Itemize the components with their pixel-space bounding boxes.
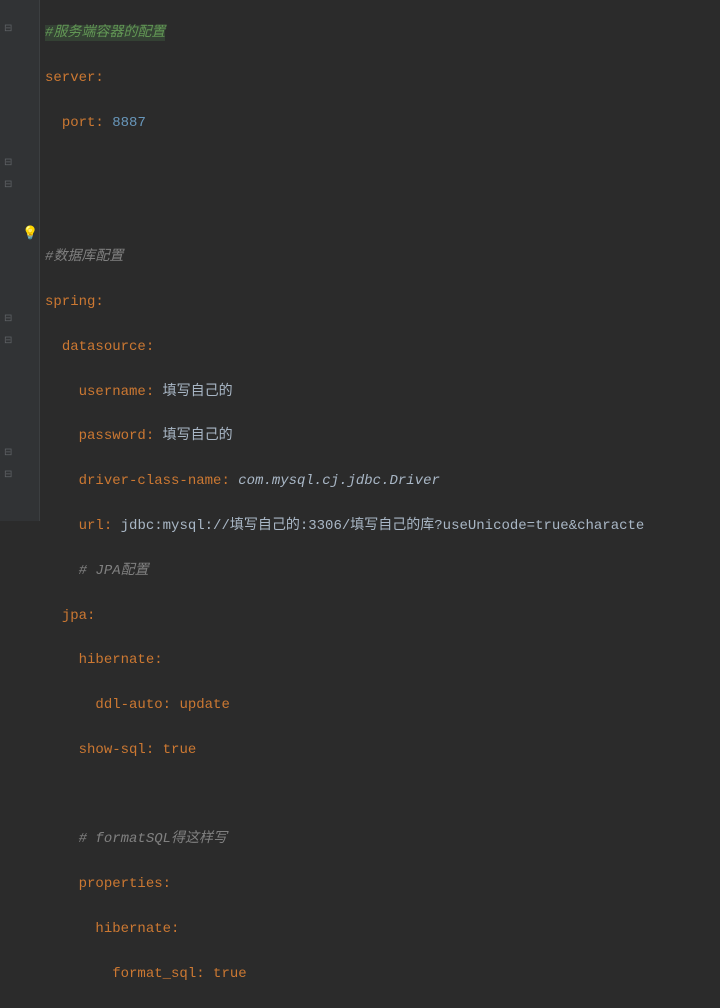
yaml-value: jdbc:mysql://填写自己的:3306/填写自己的库?useUnicod…	[121, 518, 645, 534]
yaml-key: properties	[79, 876, 163, 892]
yaml-key: password	[79, 428, 146, 444]
colon: :	[171, 921, 179, 937]
code-line: # JPA配置	[45, 560, 720, 582]
colon: :	[95, 294, 103, 310]
colon: :	[95, 115, 103, 131]
comment-text: # JPA配置	[79, 563, 149, 579]
code-line: #数据库配置	[45, 246, 720, 268]
code-editor-content[interactable]: #服务端容器的配置 server: port: 8887 #数据库配置 spri…	[0, 0, 720, 1008]
yaml-value: update	[179, 697, 229, 713]
colon: :	[221, 473, 229, 489]
yaml-key: jpa	[62, 608, 87, 624]
code-line	[45, 157, 720, 179]
code-line: url: jdbc:mysql://填写自己的:3306/填写自己的库?useU…	[45, 515, 720, 537]
code-line: properties:	[45, 873, 720, 895]
code-line: format_sql: true	[45, 963, 720, 985]
comment-text: #服务端容器的配置	[45, 25, 165, 41]
colon: :	[146, 339, 154, 355]
yaml-key: url	[79, 518, 104, 534]
fold-marker[interactable]: ⊟	[4, 156, 12, 172]
colon: :	[163, 876, 171, 892]
code-line: show-sql: true	[45, 739, 720, 761]
fold-marker[interactable]: ⊟	[4, 22, 12, 38]
code-line: username: 填写自己的	[45, 381, 720, 403]
fold-marker[interactable]: ⊟	[4, 468, 12, 484]
fold-marker[interactable]: ⊟	[4, 178, 12, 194]
code-line: jpa:	[45, 605, 720, 627]
code-line: hibernate:	[45, 649, 720, 671]
yaml-key: hibernate	[95, 921, 171, 937]
code-line: driver-class-name: com.mysql.cj.jdbc.Dri…	[45, 470, 720, 492]
yaml-value: true	[213, 966, 247, 982]
comment-text: #数据库配置	[45, 249, 123, 265]
colon: :	[196, 966, 204, 982]
comment-text: # formatSQL得这样写	[79, 831, 227, 847]
yaml-value: com.mysql.cj.jdbc.Driver	[238, 473, 440, 489]
colon: :	[146, 742, 154, 758]
fold-marker[interactable]: ⊟	[4, 334, 12, 350]
yaml-value: 填写自己的	[163, 428, 233, 444]
code-line: hibernate:	[45, 918, 720, 940]
yaml-key: hibernate	[79, 652, 155, 668]
code-line: datasource:	[45, 336, 720, 358]
code-line: # formatSQL得这样写	[45, 828, 720, 850]
yaml-value: true	[163, 742, 197, 758]
yaml-value: 8887	[112, 115, 146, 131]
code-line	[45, 202, 720, 224]
code-line: #服务端容器的配置	[45, 22, 720, 44]
fold-marker[interactable]: ⊟	[4, 312, 12, 328]
colon: :	[163, 697, 171, 713]
code-line: server:	[45, 67, 720, 89]
colon: :	[87, 608, 95, 624]
colon: :	[146, 428, 154, 444]
code-line: ddl-auto: update	[45, 694, 720, 716]
editor-gutter[interactable]: ⊟ ⊟ ⊟ ⊟ ⊟ ⊟ ⊟ 💡	[0, 0, 40, 521]
yaml-key: ddl-auto	[95, 697, 162, 713]
code-line: password: 填写自己的	[45, 425, 720, 447]
colon: :	[95, 70, 103, 86]
yaml-key: show-sql	[79, 742, 146, 758]
code-line: spring:	[45, 291, 720, 313]
colon: :	[146, 384, 154, 400]
yaml-key: spring	[45, 294, 95, 310]
yaml-value: 填写自己的	[163, 384, 233, 400]
yaml-key: datasource	[62, 339, 146, 355]
yaml-key: server	[45, 70, 95, 86]
yaml-key: format_sql	[112, 966, 196, 982]
lightbulb-icon[interactable]: 💡	[22, 224, 38, 245]
code-line: port: 8887	[45, 112, 720, 134]
yaml-key: port	[62, 115, 96, 131]
colon: :	[154, 652, 162, 668]
yaml-key: driver-class-name	[79, 473, 222, 489]
fold-marker[interactable]: ⊟	[4, 446, 12, 462]
code-line	[45, 784, 720, 806]
yaml-key: username	[79, 384, 146, 400]
colon: :	[104, 518, 112, 534]
